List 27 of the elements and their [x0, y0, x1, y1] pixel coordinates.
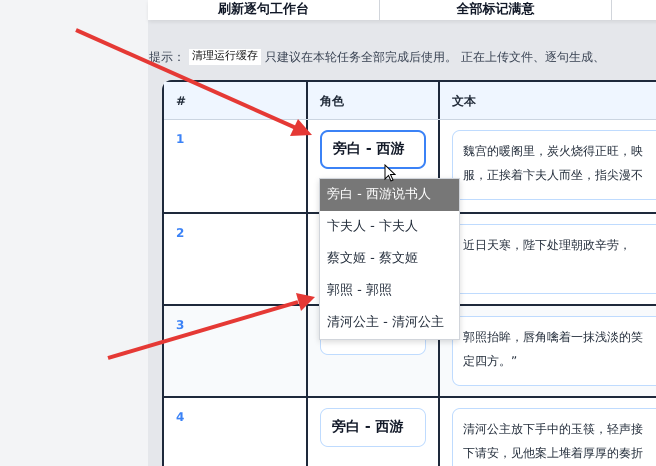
- text-line: 近日天寒，陛下处理朝政辛劳，: [463, 237, 631, 254]
- dropdown-option[interactable]: 清河公主 - 清河公主: [320, 307, 459, 339]
- text-area[interactable]: 清河公主放下手中的玉筷，轻声接 下请安，见他案上堆着厚厚的奏折: [452, 408, 656, 466]
- toolbar-button[interactable]: 全部标记满意: [380, 0, 612, 20]
- dropdown-option[interactable]: 卞夫人 - 卞夫人: [320, 211, 459, 243]
- text-line: 郭照抬眸，唇角噙着一抹浅淡的笑: [463, 329, 643, 346]
- text-area[interactable]: 魏宫的暖阁里，炭火烧得正旺，映 服，正挨着卞夫人而坐，指尖漫不: [452, 130, 656, 200]
- row-number: 3: [176, 318, 184, 332]
- text-line: 魏宫的暖阁里，炭火烧得正旺，映: [463, 143, 643, 160]
- role-select[interactable]: 旁白 - 西游: [320, 130, 426, 169]
- role-select[interactable]: 旁白 - 西游: [320, 408, 426, 447]
- text-area[interactable]: 郭照抬眸，唇角噙着一抹浅淡的笑 定四方。”: [452, 316, 656, 386]
- toolbar-button[interactable]: 刷新逐句工作台: [148, 0, 380, 20]
- cache-command: 清理运行缓存: [189, 48, 261, 66]
- text-line: 清河公主放下手中的玉筷，轻声接: [463, 421, 643, 438]
- row-number: 4: [176, 410, 184, 424]
- dropdown-option[interactable]: 蔡文姬 - 蔡文姬: [320, 243, 459, 275]
- text-line: 定四方。”: [463, 353, 518, 370]
- row-number: 1: [176, 132, 184, 146]
- text-line: 下请安，见他案上堆着厚厚的奏折: [463, 445, 643, 462]
- text-line: 服，正挨着卞夫人而坐，指尖漫不: [463, 167, 643, 184]
- column-header: #: [175, 92, 188, 110]
- hint-text: 只建议在本轮任务全部完成后使用。 正在上传文件、逐句生成、: [265, 49, 605, 66]
- dropdown-option[interactable]: 郭照 - 郭照: [320, 275, 459, 307]
- row-number: 2: [176, 226, 184, 240]
- hint-label: 提示：: [149, 49, 185, 66]
- dropdown-option[interactable]: 旁白 - 西游说书人: [320, 179, 459, 211]
